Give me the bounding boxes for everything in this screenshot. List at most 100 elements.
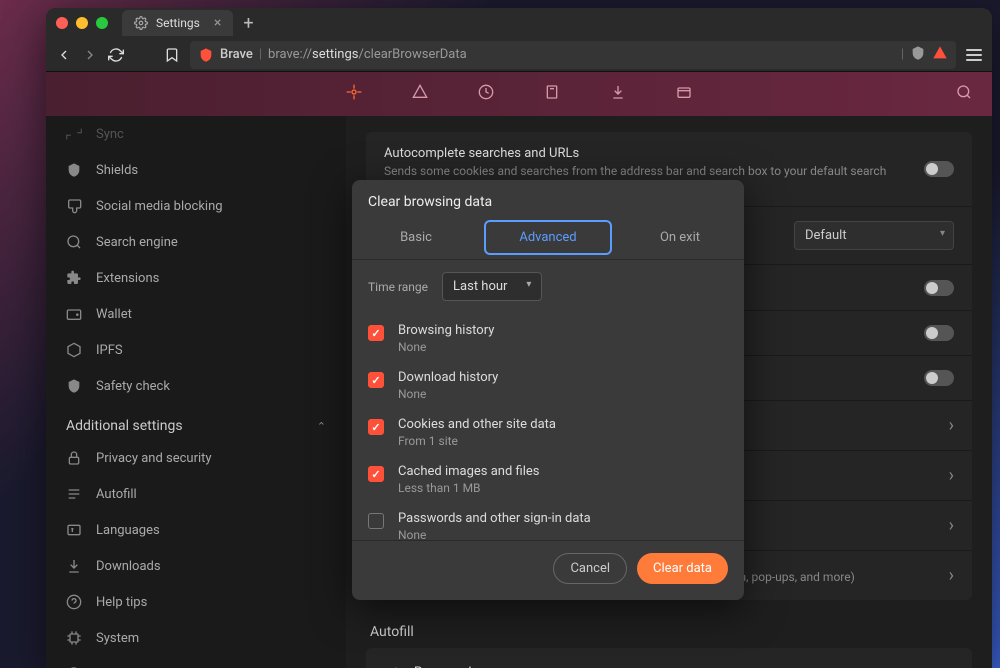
item-title: Cached images and files [398,464,539,479]
chevron-right-icon: › [949,465,954,486]
forward-button[interactable] [82,47,98,63]
checkbox[interactable] [368,372,384,388]
sidebar-item-label: Search engine [96,235,178,250]
sidebar-item-safety[interactable]: Safety check [46,368,346,404]
select-default[interactable]: Default [794,221,954,250]
new-tab-button[interactable]: + [243,13,253,34]
sidebar-item-label: Help tips [96,595,147,610]
browser-tab-settings[interactable]: Settings × [122,10,233,36]
shield-icon [66,162,82,178]
search-icon [66,234,82,250]
clear-data-item: Cookies and other site dataFrom 1 site [368,409,728,456]
brave-shield-icon[interactable] [910,45,926,65]
sidebar-item-ipfs[interactable]: IPFS [46,332,346,368]
sidebar-item-label: Shields [96,163,138,178]
sidebar-item-label: Wallet [96,307,132,322]
toggle[interactable] [924,370,954,386]
toggle[interactable] [924,325,954,341]
toggle-autocomplete[interactable] [924,161,954,177]
sidebar-item-help[interactable]: Help tips [46,584,346,620]
chevron-right-icon: › [949,515,954,536]
chip-icon [66,630,82,646]
autofill-card: Passwords › [366,648,972,668]
clear-data-item: Passwords and other sign-in dataNone [368,503,728,540]
sidebar-item-label: Social media blocking [96,199,223,214]
chevron-up-icon: ⌃ [317,420,326,433]
sync-icon [66,126,82,142]
item-title: Download history [398,370,498,385]
chevron-right-icon: › [949,415,954,436]
toggle[interactable] [924,280,954,296]
sidebar-item-search[interactable]: Search engine [46,224,346,260]
sidebar: Sync Shields Social media blocking Searc… [46,72,346,668]
chevron-right-icon: › [949,662,954,668]
sidebar-item-shields[interactable]: Shields [46,152,346,188]
sidebar-item-reset[interactable]: Reset settings [46,656,346,668]
tab-history-icon[interactable] [478,84,494,104]
clear-data-item: Download history None [368,362,728,409]
wallet-icon [66,306,82,322]
sidebar-section-additional[interactable]: Additional settings ⌃ [46,404,346,440]
cube-icon [66,342,82,358]
clear-data-button[interactable]: Clear data [637,553,728,584]
item-subtitle: From 1 site [398,434,556,448]
checkbox[interactable] [368,466,384,482]
close-tab-icon[interactable]: × [214,15,221,31]
checkbox[interactable] [368,325,384,341]
sidebar-item-social[interactable]: Social media blocking [46,188,346,224]
bookmark-button[interactable] [164,47,180,63]
dialog-footer: Cancel Clear data [352,540,744,600]
time-range-select[interactable]: Last hour [442,272,542,301]
clear-data-item: Browsing historyNone [368,315,728,362]
url-text: brave://settings/clearBrowserData [268,47,467,62]
minimize-window-button[interactable] [76,17,88,29]
sidebar-item-sync[interactable]: Sync [46,116,346,152]
puzzle-icon [66,270,82,286]
clear-browsing-data-dialog: Clear browsing data Basic Advanced On ex… [352,180,744,600]
settings-top-tabs [46,72,992,116]
cancel-button[interactable]: Cancel [553,553,627,584]
maximize-window-button[interactable] [96,17,108,29]
sidebar-item-autofill[interactable]: Autofill [46,476,346,512]
sidebar-item-privacy[interactable]: Privacy and security [46,440,346,476]
shield-icon [198,47,214,63]
tab-general-icon[interactable] [346,84,362,104]
tab-bookmarks-icon[interactable] [544,84,560,104]
sidebar-item-wallet[interactable]: Wallet [46,296,346,332]
menu-button[interactable] [966,49,982,61]
tab-advanced[interactable]: Advanced [484,220,612,255]
item-subtitle: None [398,387,498,401]
reload-button[interactable] [108,47,124,63]
row-passwords[interactable]: Passwords › [366,648,972,668]
back-button[interactable] [56,47,72,63]
dialog-title: Clear browsing data [352,180,744,220]
tab-downloads-icon[interactable] [610,84,626,104]
sidebar-item-languages[interactable]: Languages [46,512,346,548]
tab-wallet-icon[interactable] [676,84,692,104]
tab-shields-icon[interactable] [412,84,428,104]
sidebar-item-extensions[interactable]: Extensions [46,260,346,296]
time-range-label: Time range [368,280,428,294]
url-separator: | [259,47,262,62]
checkbox[interactable] [368,513,384,529]
sidebar-item-label: Autofill [96,487,137,502]
list-icon [66,486,82,502]
search-icon[interactable] [956,84,972,104]
tab-basic[interactable]: Basic [352,220,480,259]
lock-icon [66,450,82,466]
download-icon [66,558,82,574]
item-subtitle: None [398,528,591,540]
tab-on-exit[interactable]: On exit [616,220,744,259]
brave-rewards-icon[interactable] [932,45,948,65]
traffic-lights [56,17,108,29]
sidebar-item-downloads[interactable]: Downloads [46,548,346,584]
key-icon [384,665,400,668]
checkbox[interactable] [368,419,384,435]
url-bar[interactable]: Brave | brave://settings/clearBrowserDat… [190,41,956,69]
sidebar-item-label: IPFS [96,343,123,358]
sidebar-item-system[interactable]: System [46,620,346,656]
item-subtitle: Less than 1 MB [398,481,539,495]
close-window-button[interactable] [56,17,68,29]
sidebar-item-label: Extensions [96,271,159,286]
titlebar: Settings × + [46,8,992,38]
